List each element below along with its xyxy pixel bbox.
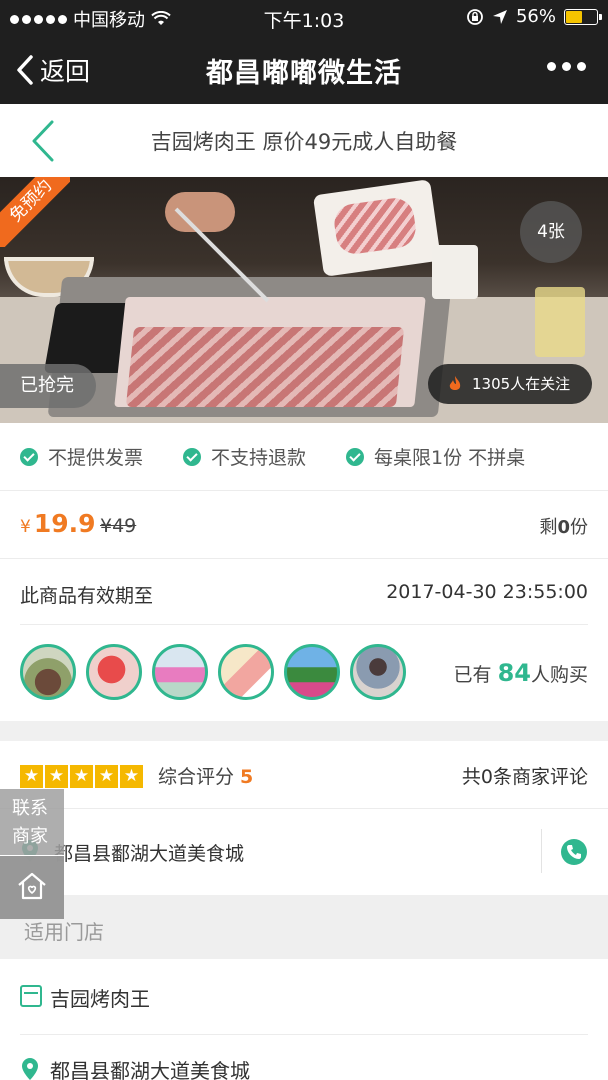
policy-label: 每桌限1份 不拼桌 <box>374 447 526 469</box>
address-text: 都昌县鄱湖大道美食城 <box>54 843 245 865</box>
store-address: 都昌县鄱湖大道美食城 <box>50 1059 250 1080</box>
check-circle-icon <box>20 447 38 466</box>
remaining-suffix: 份 <box>570 517 588 538</box>
sold-out-badge: 已抢完 <box>0 364 96 408</box>
buyer-count: 已有 84人购买 <box>454 659 588 687</box>
check-circle-icon <box>183 447 202 466</box>
star-icon <box>20 765 43 788</box>
page-title: 都昌嘟嘟微生活 <box>206 58 402 89</box>
address-row[interactable]: 都昌县鄱湖大道美食城 <box>0 809 608 895</box>
validity-row: 此商品有效期至 2017-04-30 23:55:00 <box>20 559 588 625</box>
validity-label: 此商品有效期至 <box>20 585 154 607</box>
remaining-prefix: 剩 <box>539 517 558 538</box>
buyer-count-number: 84 <box>497 659 531 687</box>
stores-section-header: 适用门店 <box>0 895 608 959</box>
current-price: ¥19.9 <box>20 509 96 538</box>
photo-count-badge[interactable]: 4张 <box>520 201 582 263</box>
star-icon <box>45 765 68 788</box>
home-icon <box>18 872 46 900</box>
followers-count: 1305人在关注 <box>472 375 571 393</box>
product-title: 吉园烤肉王 原价49元成人自助餐 <box>150 130 458 154</box>
rating-stars <box>20 765 143 788</box>
remaining-count: 0 <box>557 517 570 538</box>
store-address-row[interactable]: 都昌县鄱湖大道美食城 <box>20 1035 588 1080</box>
avatar <box>284 644 340 700</box>
policy-list: 不提供发票 不支持退款 每桌限1份 不拼桌 <box>0 423 608 491</box>
nav-bar: 返回 都昌嘟嘟微生活 <box>0 34 608 104</box>
status-bar: 中国移动 下午1:03 56% <box>0 0 608 34</box>
rating-score: 5 <box>240 766 254 788</box>
star-icon <box>70 765 93 788</box>
buyer-avatars <box>20 644 406 700</box>
status-indicators: 56% <box>466 6 602 27</box>
remaining-stock: 剩0份 <box>539 513 588 539</box>
battery-icon <box>564 8 602 25</box>
avatar <box>20 644 76 700</box>
location-pin-icon <box>22 1058 38 1080</box>
followers-badge: 1305人在关注 <box>428 364 592 404</box>
policy-item: 不提供发票 <box>20 443 143 470</box>
free-reservation-label: 免预约 <box>0 177 70 247</box>
buyer-count-suffix: 人购买 <box>530 664 588 686</box>
location-arrow-icon <box>492 9 507 24</box>
policy-item: 不支持退款 <box>183 443 306 470</box>
contact-merchant-label: 联系商家 <box>12 798 48 847</box>
policy-item: 每桌限1份 不拼桌 <box>346 443 525 470</box>
section-divider <box>0 721 608 741</box>
battery-fill <box>566 10 583 23</box>
phone-icon <box>567 845 581 859</box>
rating-label-text: 综合评分 <box>158 766 235 788</box>
star-icon <box>95 765 118 788</box>
avatar <box>350 644 406 700</box>
star-icon <box>120 765 143 788</box>
policy-label: 不支持退款 <box>211 447 307 469</box>
currency-symbol: ¥ <box>20 517 31 537</box>
buyers-row: 已有 84人购买 <box>0 625 608 721</box>
product-header: 吉园烤肉王 原价49元成人自助餐 <box>0 104 608 177</box>
stores-header-label: 适用门店 <box>24 920 104 944</box>
policy-label: 不提供发票 <box>48 447 144 469</box>
avatar <box>152 644 208 700</box>
divider <box>541 829 542 873</box>
validity-date: 2017-04-30 23:55:00 <box>386 581 588 603</box>
avatar <box>218 644 274 700</box>
orientation-lock-icon <box>467 8 483 25</box>
review-count[interactable]: 共0条商家评论 <box>462 762 588 789</box>
rating-label: 综合评分 5 <box>158 762 253 789</box>
avatar <box>86 644 142 700</box>
home-button[interactable] <box>0 855 64 919</box>
current-price-value: 19.9 <box>33 509 96 538</box>
free-reservation-badge: 免预约 <box>0 177 70 247</box>
check-circle-icon <box>346 447 365 466</box>
flame-icon <box>449 376 461 390</box>
battery-percent: 56% <box>515 6 556 27</box>
buyer-count-prefix: 已有 <box>453 664 492 686</box>
store-item[interactable]: 吉园烤肉王 <box>20 959 588 1035</box>
phone-call-button[interactable] <box>561 839 587 865</box>
original-price: ¥49 <box>100 515 137 537</box>
more-options-button[interactable] <box>547 62 586 71</box>
rating-row[interactable]: 综合评分5 共0条商家评论 <box>0 741 608 809</box>
store-name: 吉园烤肉王 <box>50 987 150 1011</box>
price-row: ¥19.9 ¥49 剩0份 <box>0 491 608 559</box>
store-icon <box>20 985 42 1007</box>
